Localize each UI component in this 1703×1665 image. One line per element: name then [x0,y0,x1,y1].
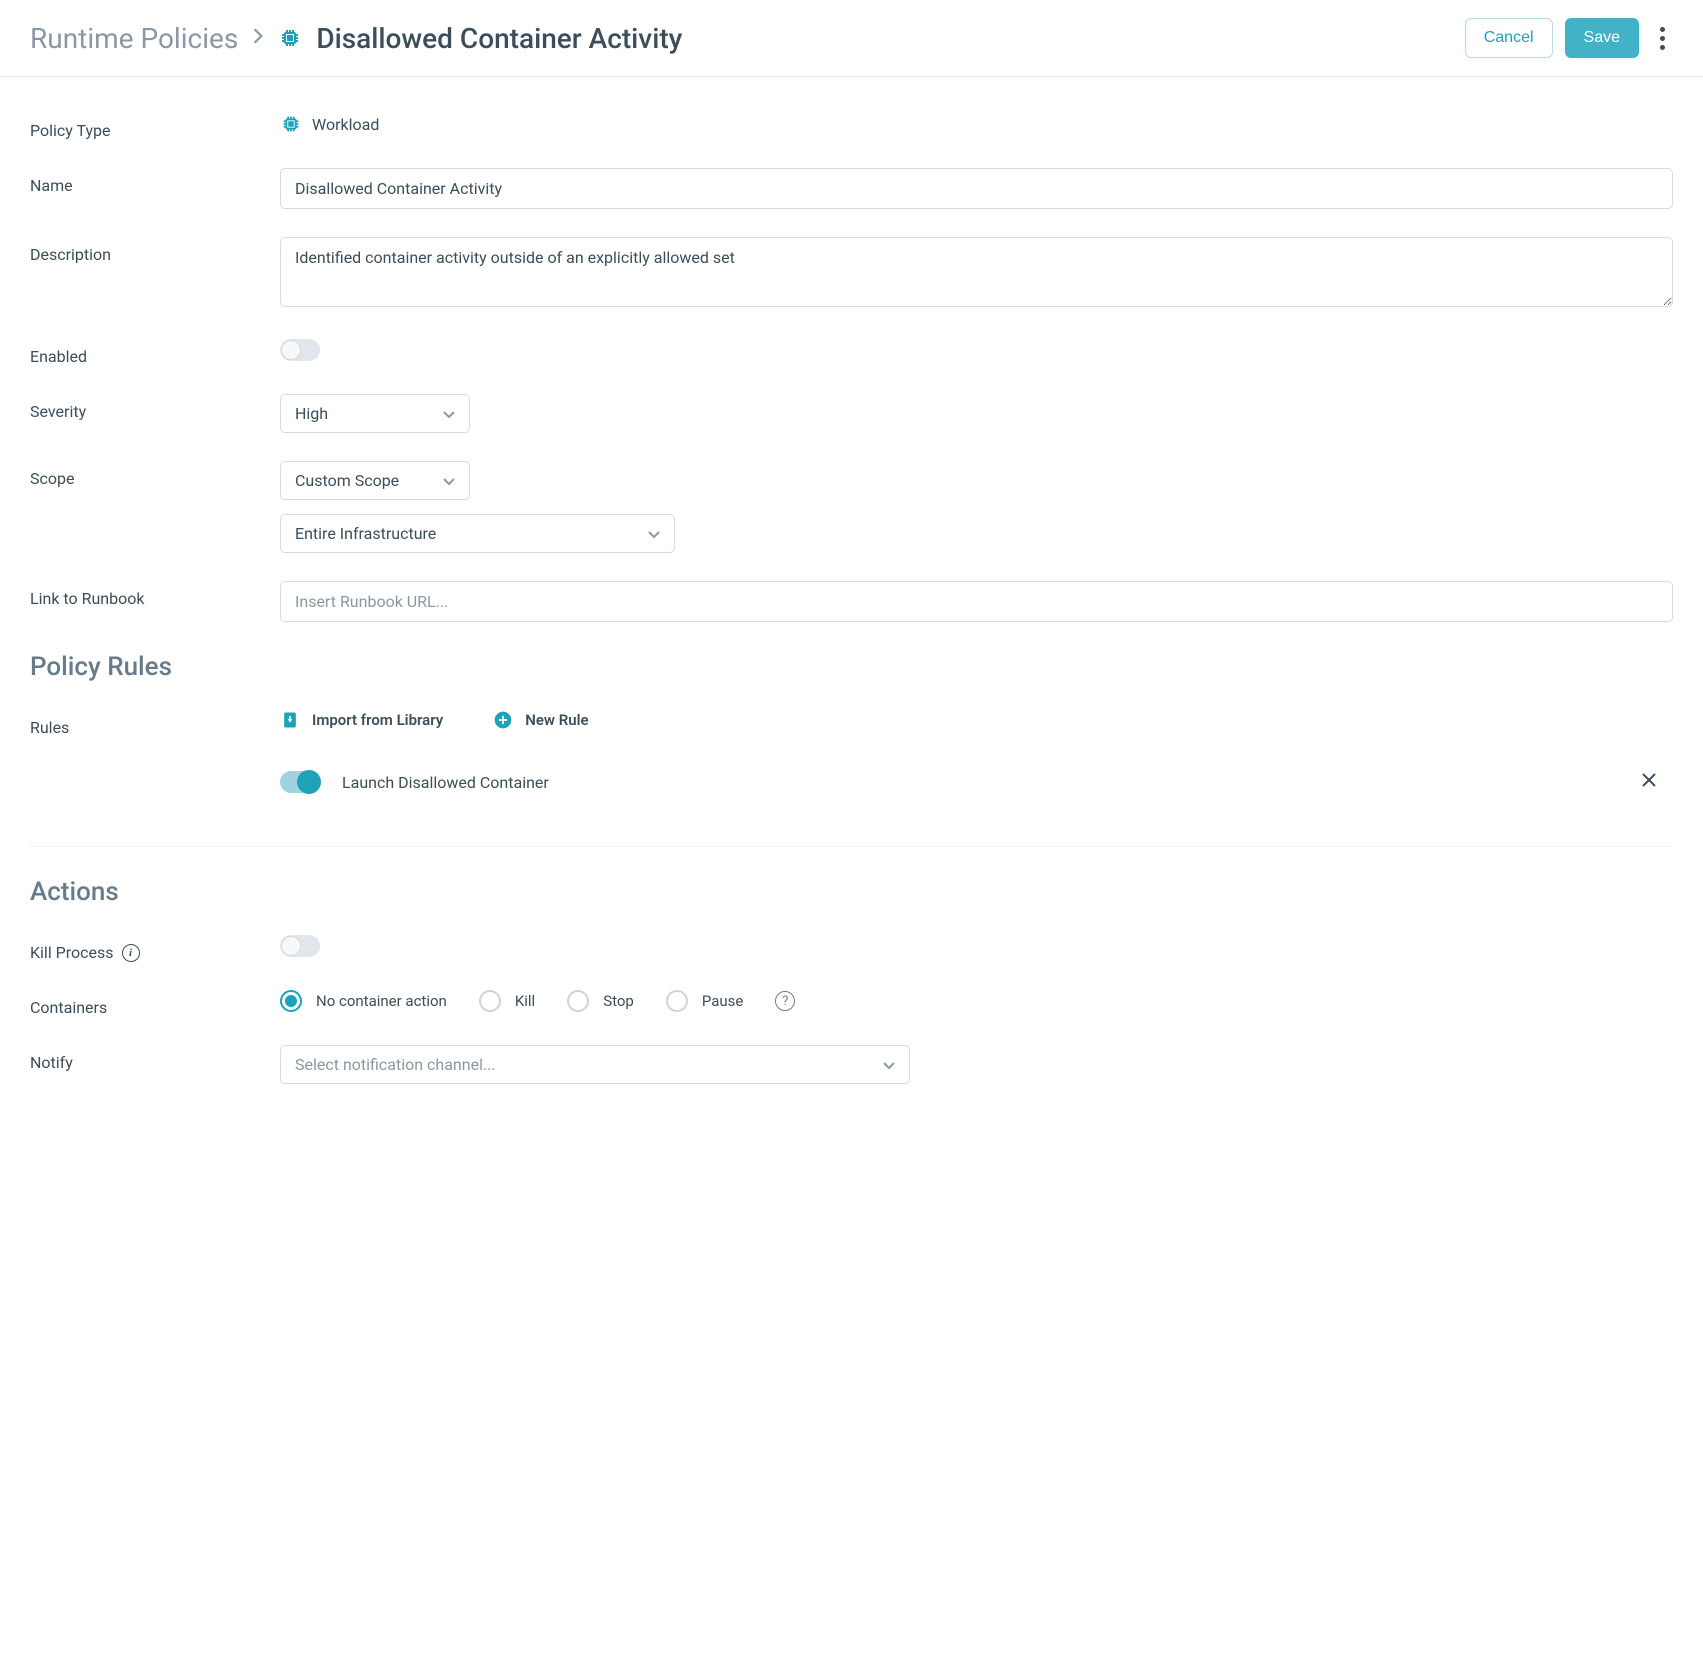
rule-enabled-toggle[interactable] [280,771,320,793]
radio-icon [280,990,302,1012]
chevron-down-icon [883,1055,895,1074]
import-label: Import from Library [312,711,443,729]
info-icon[interactable]: i [122,944,140,962]
policy-rules-heading: Policy Rules [30,652,1673,682]
severity-label: Severity [30,394,280,421]
runbook-input[interactable] [280,581,1673,622]
radio-stop[interactable]: Stop [567,990,634,1012]
scope-select[interactable]: Custom Scope [280,461,470,500]
cancel-button[interactable]: Cancel [1465,18,1553,58]
chevron-down-icon [648,524,660,543]
workload-icon [280,113,302,135]
save-button[interactable]: Save [1565,18,1639,58]
chevron-down-icon [443,404,455,423]
rule-item: Launch Disallowed Container [280,760,1673,804]
radio-pause[interactable]: Pause [666,990,744,1012]
workload-icon [278,26,302,50]
containers-label: Containers [30,990,280,1017]
breadcrumb-root[interactable]: Runtime Policies [30,22,238,55]
radio-kill[interactable]: Kill [479,990,535,1012]
more-menu-button[interactable] [1651,21,1673,56]
kill-process-label: Kill Process [30,943,114,962]
chevron-down-icon [443,471,455,490]
page-title: Disallowed Container Activity [316,22,682,55]
page-header: Runtime Policies Disallowed Container Ac… [0,0,1703,77]
radio-icon [567,990,589,1012]
remove-rule-button[interactable] [1635,766,1663,798]
header-actions: Cancel Save [1465,18,1673,58]
chevron-right-icon [252,26,264,51]
import-icon [280,710,300,730]
policy-type-text: Workload [312,115,379,134]
scope-target-select[interactable]: Entire Infrastructure [280,514,675,553]
notify-label: Notify [30,1045,280,1072]
radio-icon [666,990,688,1012]
container-action-radio-group: No container action Kill Stop Pause ? [280,990,1673,1012]
help-icon[interactable]: ? [775,991,795,1011]
notify-select[interactable]: Select notification channel... [280,1045,910,1084]
description-input[interactable] [280,237,1673,307]
radio-no-container-action[interactable]: No container action [280,990,447,1012]
breadcrumb: Runtime Policies Disallowed Container Ac… [30,22,1465,55]
plus-circle-icon [493,710,513,730]
actions-heading: Actions [30,877,1673,907]
radio-label: Kill [515,992,535,1010]
scope-label: Scope [30,461,280,488]
enabled-toggle[interactable] [280,339,320,361]
policy-type-label: Policy Type [30,113,280,140]
description-label: Description [30,237,280,264]
scope-value: Custom Scope [295,471,399,490]
enabled-label: Enabled [30,339,280,366]
divider [30,846,1673,847]
severity-value: High [295,404,328,423]
new-rule-label: New Rule [525,711,588,729]
scope-target-value: Entire Infrastructure [295,524,436,543]
severity-select[interactable]: High [280,394,470,433]
runbook-label: Link to Runbook [30,581,280,608]
radio-label: No container action [316,992,447,1010]
new-rule-button[interactable]: New Rule [493,710,588,730]
radio-icon [479,990,501,1012]
import-from-library-button[interactable]: Import from Library [280,710,443,730]
radio-label: Pause [702,992,744,1010]
rules-label: Rules [30,710,280,737]
notify-placeholder: Select notification channel... [295,1055,496,1074]
name-input[interactable] [280,168,1673,209]
policy-type-value: Workload [280,113,379,135]
name-label: Name [30,168,280,195]
kill-process-toggle[interactable] [280,935,320,957]
radio-label: Stop [603,992,634,1010]
rule-name[interactable]: Launch Disallowed Container [342,773,1613,792]
close-icon [1641,774,1657,792]
